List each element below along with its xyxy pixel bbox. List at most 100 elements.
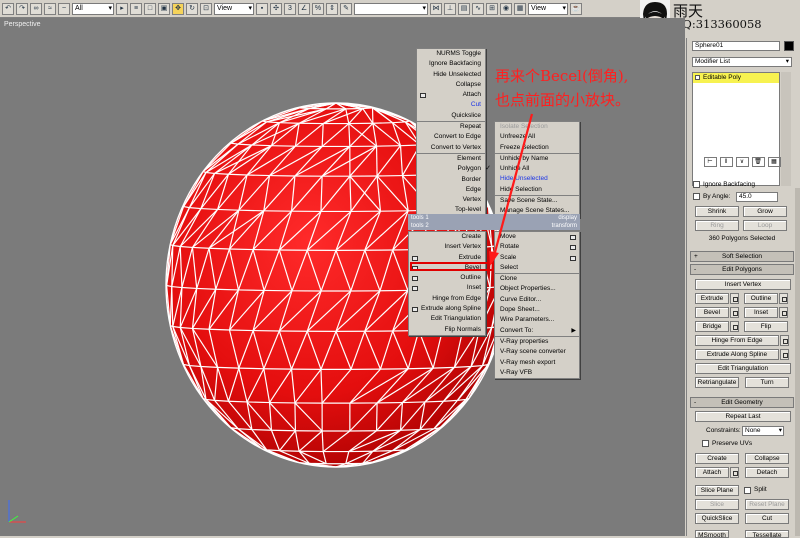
material-editor-icon[interactable]: ◉ (500, 3, 512, 15)
reset-plane-button[interactable]: Reset Plane (745, 499, 789, 510)
edit-geometry-rollout[interactable]: -Edit Geometry (690, 397, 794, 408)
extrude-button[interactable]: Extrude (695, 293, 729, 304)
menu-item-extrude-along-spline[interactable]: Extrude along Spline (409, 304, 485, 314)
rotate-icon[interactable]: ↻ (186, 3, 198, 15)
insert-vertex-button[interactable]: Insert Vertex (695, 279, 791, 290)
inset-button[interactable]: Inset (744, 307, 778, 318)
menu-item-create[interactable]: Create (409, 232, 485, 242)
settings-box-icon[interactable] (412, 307, 418, 312)
menu-item-nurms-toggle[interactable]: NURMS Toggle (417, 49, 485, 59)
menu-item-v-ray-mesh-export[interactable]: V-Ray mesh export (495, 358, 579, 368)
menu-item-hide-unselected[interactable]: Hide Unselected (417, 70, 485, 80)
make-unique-icon[interactable]: ∨ (736, 157, 749, 167)
extrude-settings-icon[interactable] (730, 293, 739, 304)
named-selection-sets-dropdown[interactable] (354, 3, 428, 15)
shrink-button[interactable]: Shrink (695, 206, 739, 217)
menu-item-wire-parameters[interactable]: Wire Parameters... (495, 315, 579, 325)
object-color-swatch[interactable] (784, 41, 794, 51)
turn-button[interactable]: Turn (745, 377, 789, 388)
scale-icon[interactable]: ⊡ (200, 3, 212, 15)
attach-button[interactable]: Attach (695, 467, 729, 478)
panel-scrollbar[interactable] (795, 188, 800, 536)
edit-triangulation-button[interactable]: Edit Triangulation (695, 363, 791, 374)
rect-selection-icon[interactable]: □ (144, 3, 156, 15)
select-by-name-icon[interactable]: ≡ (130, 3, 142, 15)
collapse-button[interactable]: Collapse (745, 453, 789, 464)
object-name-field[interactable]: Sphere01 (692, 41, 780, 51)
preserve-uvs-checkbox[interactable] (702, 440, 709, 447)
menu-item-convert-to-vertex[interactable]: Convert to Vertex (417, 143, 485, 153)
slice-plane-button[interactable]: Slice Plane (695, 485, 739, 496)
snap-icon[interactable]: 3 (284, 3, 296, 15)
bevel-settings-icon[interactable] (730, 307, 739, 318)
select-manipulate-icon[interactable]: ✣ (270, 3, 282, 15)
menu-item-repeat[interactable]: Repeat (417, 122, 485, 132)
constraints-dropdown[interactable]: None▾ (742, 426, 784, 436)
menu-item-hinge-from-edge[interactable]: Hinge from Edge (409, 294, 485, 304)
msmooth-button[interactable]: MSmooth (695, 530, 729, 538)
menu-item-polygon[interactable]: Polygon✓ (417, 164, 485, 174)
schematic-view-icon[interactable]: ⊞ (486, 3, 498, 15)
modifier-list-dropdown[interactable]: Modifier List▾ (692, 57, 792, 67)
pivot-center-icon[interactable]: ▪ (256, 3, 268, 15)
bevel-button[interactable]: Bevel (695, 307, 729, 318)
menu-item-v-ray-vfb[interactable]: V-Ray VFB (495, 368, 579, 378)
menu-item-cut[interactable]: Cut (417, 100, 485, 110)
menu-item-inset[interactable]: Inset (409, 283, 485, 293)
menu-item-border[interactable]: Border (417, 175, 485, 185)
mirror-icon[interactable]: ⋈ (430, 3, 442, 15)
quickslice-button[interactable]: QuickSlice (695, 513, 739, 524)
edit-polygons-rollout[interactable]: -Edit Polygons (690, 264, 794, 275)
by-angle-checkbox[interactable] (693, 193, 700, 200)
show-end-result-icon[interactable]: ǁ (720, 157, 733, 167)
menu-item-attach[interactable]: Attach (417, 90, 485, 100)
menu-item-v-ray-scene-converter[interactable]: V-Ray scene converter (495, 347, 579, 357)
spinner-snap-icon[interactable]: ⇕ (326, 3, 338, 15)
settings-box-icon[interactable] (412, 276, 418, 281)
window-crossing-icon[interactable]: ▣ (158, 3, 170, 15)
cut-button[interactable]: Cut (745, 513, 789, 524)
loop-button[interactable]: Loop (743, 220, 787, 231)
percent-snap-icon[interactable]: % (312, 3, 324, 15)
undo-icon[interactable]: ↶ (2, 3, 14, 15)
settings-box-icon[interactable] (570, 256, 576, 261)
attach-list-icon[interactable] (730, 467, 739, 478)
menu-item-dope-sheet[interactable]: Dope Sheet... (495, 305, 579, 315)
bridge-button[interactable]: Bridge (695, 321, 729, 332)
configure-sets-icon[interactable]: ▦ (768, 157, 781, 167)
settings-box-icon[interactable] (570, 235, 576, 240)
redo-icon[interactable]: ↷ (16, 3, 28, 15)
stack-item-editable-poly[interactable]: Editable Poly (693, 73, 779, 83)
menu-item-object-properties[interactable]: Object Properties... (495, 284, 579, 294)
grow-button[interactable]: Grow (743, 206, 787, 217)
settings-box-icon[interactable] (420, 93, 426, 98)
hinge-from-edge-button[interactable]: Hinge From Edge (695, 335, 779, 346)
render-view-dropdown[interactable]: View (528, 3, 568, 15)
layer-manager-icon[interactable]: ▤ (458, 3, 470, 15)
retriangulate-button[interactable]: Retriangulate (695, 377, 739, 388)
menu-item-convert-to[interactable]: Convert To:▶ (495, 326, 579, 336)
menu-item-collapse[interactable]: Collapse (417, 80, 485, 90)
menu-item-element[interactable]: Element (417, 154, 485, 164)
menu-item-v-ray-properties[interactable]: V-Ray properties (495, 337, 579, 347)
menu-item-convert-to-edge[interactable]: Convert to Edge (417, 132, 485, 142)
move-icon[interactable]: ✥ (172, 3, 184, 15)
menu-item-outline[interactable]: Outline (409, 273, 485, 283)
ring-button[interactable]: Ring (695, 220, 739, 231)
edit-named-selections-icon[interactable]: ✎ (340, 3, 352, 15)
outline-button[interactable]: Outline (744, 293, 778, 304)
detach-button[interactable]: Detach (745, 467, 789, 478)
ignore-backfacing-checkbox[interactable] (693, 181, 700, 188)
slice-button[interactable]: Slice (695, 499, 739, 510)
settings-box-icon[interactable] (570, 245, 576, 250)
align-icon[interactable]: ⊥ (444, 3, 456, 15)
unlink-icon[interactable]: ≈ (44, 3, 56, 15)
settings-box-icon[interactable] (412, 256, 418, 261)
menu-item-flip-normals[interactable]: Flip Normals (409, 325, 485, 335)
settings-box-icon[interactable] (412, 286, 418, 291)
curve-editor-icon[interactable]: ∿ (472, 3, 484, 15)
bridge-settings-icon[interactable] (730, 321, 739, 332)
expand-icon[interactable] (695, 75, 700, 80)
pin-stack-icon[interactable]: ⊢ (704, 157, 717, 167)
repeat-last-button[interactable]: Repeat Last (695, 411, 791, 422)
